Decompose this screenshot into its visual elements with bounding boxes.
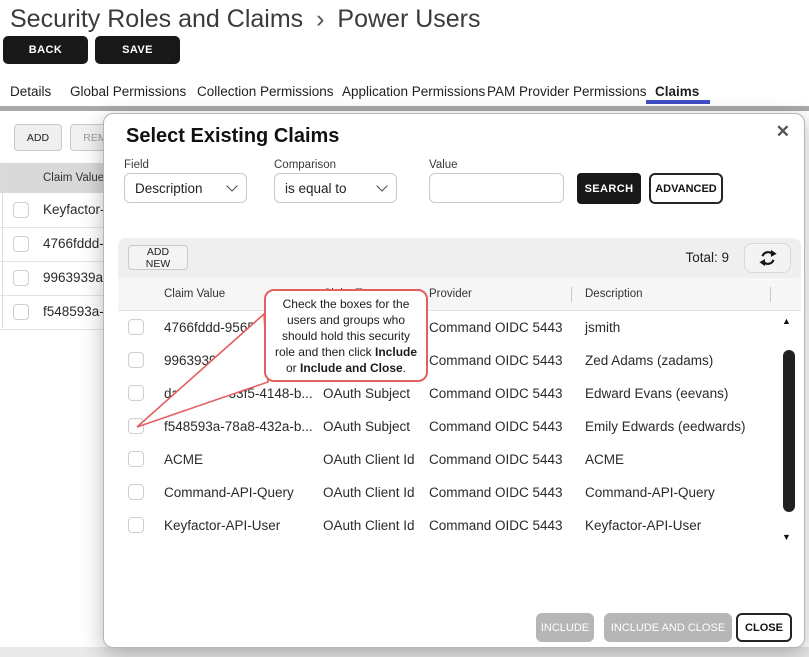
claims-table-row: ACME OAuth Client Id Command OIDC 5443 A…	[118, 443, 801, 477]
add-new-button[interactable]: ADD NEW	[128, 245, 188, 270]
callout-text: .	[403, 361, 406, 375]
tab-global-permissions[interactable]: Global Permissions	[70, 84, 186, 99]
callout-bold-include: Include	[375, 345, 417, 359]
search-button[interactable]: SEARCH	[577, 173, 641, 204]
field-label: Field	[124, 159, 149, 171]
cell-claim-type: OAuth Subject	[323, 410, 410, 443]
callout-arrow	[124, 304, 284, 434]
cell-claim-value: Command-API-Query	[164, 476, 294, 509]
column-description: Description	[585, 278, 643, 311]
claims-table-row: Command-API-Query OAuth Client Id Comman…	[118, 476, 801, 510]
tab-application-permissions[interactable]: Application Permissions	[342, 84, 485, 99]
cell-description: Zed Adams (zadams)	[585, 344, 713, 377]
row-checkbox[interactable]	[128, 484, 144, 500]
scroll-down-icon[interactable]: ▼	[782, 532, 791, 542]
background-claim-value: Keyfactor-	[43, 193, 105, 227]
active-tab-underline	[646, 100, 710, 104]
row-checkbox[interactable]	[13, 304, 29, 320]
column-separator	[770, 287, 771, 302]
cell-claim-type: OAuth Client Id	[323, 476, 415, 509]
section-divider-band	[0, 106, 809, 111]
cell-description: Emily Edwards (eedwards)	[585, 410, 746, 443]
page-footer-band	[0, 647, 809, 657]
callout-text: or	[286, 361, 300, 375]
tab-collection-permissions[interactable]: Collection Permissions	[197, 84, 334, 99]
tab-claims[interactable]: Claims	[655, 84, 699, 99]
cell-claim-value: ACME	[164, 443, 203, 476]
cell-description: jsmith	[585, 311, 620, 344]
claims-table-row: Keyfactor-API-User OAuth Client Id Comma…	[118, 509, 801, 542]
column-provider: Provider	[429, 278, 472, 311]
include-and-close-button[interactable]: INCLUDE AND CLOSE	[604, 613, 732, 642]
cell-claim-type: OAuth Client Id	[323, 443, 415, 476]
tab-pam-provider-permissions[interactable]: PAM Provider Permissions	[487, 84, 647, 99]
cell-description: Keyfactor-API-User	[585, 509, 701, 542]
cell-provider: Command OIDC 5443	[429, 410, 563, 443]
cell-description: Edward Evans (eevans)	[585, 377, 728, 410]
tab-details[interactable]: Details	[10, 84, 51, 99]
instruction-callout: Check the boxes for the users and groups…	[264, 289, 428, 382]
background-claim-value: 9963939a-	[43, 261, 108, 295]
comparison-select-value: is equal to	[285, 181, 347, 196]
cell-description: ACME	[585, 443, 624, 476]
cell-provider: Command OIDC 5443	[429, 443, 563, 476]
cell-description: Command-API-Query	[585, 476, 715, 509]
close-button[interactable]: CLOSE	[736, 613, 792, 642]
field-select[interactable]: Description	[124, 173, 247, 203]
background-claim-value: f548593a-	[43, 295, 104, 329]
select-existing-claims-dialog: Select Existing Claims ✕ Field Descripti…	[103, 113, 805, 648]
background-claim-value: 4766fddd-	[43, 227, 104, 261]
breadcrumb: Power Users	[337, 5, 480, 33]
chevron-down-icon	[376, 180, 387, 191]
advanced-button[interactable]: ADVANCED	[649, 173, 723, 204]
background-column-claim-value: Claim Value	[43, 163, 104, 193]
page-title: Security Roles and Claims › Power Users	[10, 5, 481, 34]
comparison-label: Comparison	[274, 159, 336, 171]
dialog-title: Select Existing Claims	[126, 125, 339, 148]
value-input[interactable]	[429, 173, 564, 203]
scrollbar-thumb[interactable]	[783, 350, 795, 512]
column-separator	[571, 287, 572, 302]
include-button[interactable]: INCLUDE	[536, 613, 594, 642]
value-label: Value	[429, 159, 458, 171]
results-toolbar: ADD NEW Total: 9	[118, 238, 801, 278]
cell-claim-value: Keyfactor-API-User	[164, 509, 280, 542]
refresh-icon	[757, 247, 779, 269]
total-count: Total: 9	[685, 238, 729, 278]
cell-provider: Command OIDC 5443	[429, 509, 563, 542]
callout-bold-include-and-close: Include and Close	[300, 361, 403, 375]
cell-provider: Command OIDC 5443	[429, 344, 563, 377]
row-checkbox[interactable]	[13, 236, 29, 252]
app-window: Security Roles and Claims › Power Users …	[0, 0, 809, 657]
cell-claim-type: OAuth Client Id	[323, 509, 415, 542]
row-checkbox[interactable]	[13, 202, 29, 218]
comparison-select[interactable]: is equal to	[274, 173, 397, 203]
page-title-main: Security Roles and Claims	[10, 5, 303, 33]
scroll-up-icon[interactable]: ▲	[782, 316, 791, 326]
cell-provider: Command OIDC 5443	[429, 377, 563, 410]
breadcrumb-separator-icon: ›	[310, 5, 330, 33]
refresh-button[interactable]	[744, 243, 791, 273]
cell-provider: Command OIDC 5443	[429, 311, 563, 344]
close-icon[interactable]: ✕	[776, 122, 790, 142]
row-checkbox[interactable]	[13, 270, 29, 286]
add-button[interactable]: ADD	[14, 124, 62, 151]
row-checkbox[interactable]	[128, 451, 144, 467]
row-checkbox[interactable]	[128, 517, 144, 533]
back-button[interactable]: BACK	[3, 36, 88, 64]
field-select-value: Description	[135, 181, 203, 196]
save-button[interactable]: SAVE	[95, 36, 180, 64]
cell-provider: Command OIDC 5443	[429, 476, 563, 509]
chevron-down-icon	[226, 180, 237, 191]
